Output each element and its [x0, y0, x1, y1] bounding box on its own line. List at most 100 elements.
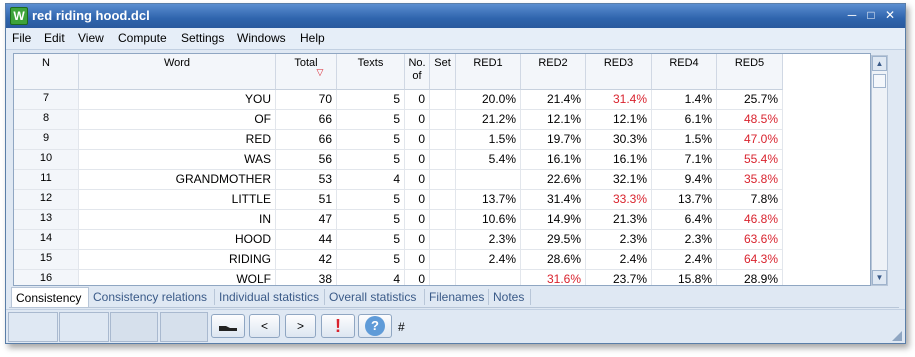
cell-no-of[interactable]: 0 — [405, 150, 430, 170]
help-button[interactable]: ? — [358, 314, 392, 338]
cell-texts[interactable]: 5 — [337, 250, 405, 270]
consistency-table[interactable]: N Word Total ▽ Texts No. of Set RED1 RED2… — [13, 53, 871, 286]
table-row[interactable]: 12 LITTLE 51 5 0 13.7% 31.4% 33.3% 13.7% 7.8% — [14, 190, 786, 210]
header-n[interactable]: N — [14, 54, 79, 90]
cell-word[interactable]: RIDING — [79, 250, 276, 270]
cell-texts[interactable]: 5 — [337, 230, 405, 250]
header-total[interactable]: Total ▽ — [276, 54, 337, 90]
cell-set[interactable] — [430, 170, 456, 190]
shoe-button[interactable] — [211, 314, 245, 338]
cell-total[interactable]: 66 — [276, 130, 337, 150]
cell-red2[interactable]: 14.9% — [521, 210, 586, 230]
cell-red3[interactable]: 23.7% — [586, 270, 652, 285]
cell-total[interactable]: 56 — [276, 150, 337, 170]
header-red1[interactable]: RED1 — [456, 54, 521, 90]
cell-set[interactable] — [430, 250, 456, 270]
cell-n[interactable]: 7 — [14, 90, 79, 110]
table-row[interactable]: 15 RIDING 42 5 0 2.4% 28.6% 2.4% 2.4% 64.3% — [14, 250, 786, 270]
cell-red4[interactable]: 7.1% — [652, 150, 717, 170]
cell-red4[interactable]: 13.7% — [652, 190, 717, 210]
cell-set[interactable] — [430, 230, 456, 250]
cell-red5[interactable]: 7.8% — [717, 190, 783, 210]
cell-red1[interactable]: 10.6% — [456, 210, 521, 230]
cell-red4[interactable]: 6.4% — [652, 210, 717, 230]
cell-red5[interactable]: 55.4% — [717, 150, 783, 170]
close-button[interactable]: ✕ — [882, 8, 898, 23]
header-no-of[interactable]: No. of — [405, 54, 430, 90]
table-row[interactable]: 14 HOOD 44 5 0 2.3% 29.5% 2.3% 2.3% 63.6% — [14, 230, 786, 250]
cell-red3[interactable]: 30.3% — [586, 130, 652, 150]
cell-no-of[interactable]: 0 — [405, 250, 430, 270]
cell-red5[interactable]: 28.9% — [717, 270, 783, 285]
cell-red2[interactable]: 22.6% — [521, 170, 586, 190]
cell-word[interactable]: YOU — [79, 90, 276, 110]
cell-total[interactable]: 70 — [276, 90, 337, 110]
cell-red4[interactable]: 9.4% — [652, 170, 717, 190]
cell-no-of[interactable]: 0 — [405, 170, 430, 190]
cell-red2[interactable]: 16.1% — [521, 150, 586, 170]
cell-word[interactable]: WOLF — [79, 270, 276, 285]
cell-total[interactable]: 53 — [276, 170, 337, 190]
cell-set[interactable] — [430, 130, 456, 150]
cell-red1[interactable]: 2.4% — [456, 250, 521, 270]
header-texts[interactable]: Texts — [337, 54, 405, 90]
cell-no-of[interactable]: 0 — [405, 270, 430, 285]
cell-word[interactable]: OF — [79, 110, 276, 130]
cell-red4[interactable]: 15.8% — [652, 270, 717, 285]
cell-total[interactable]: 47 — [276, 210, 337, 230]
header-red3[interactable]: RED3 — [586, 54, 652, 90]
cell-red3[interactable]: 12.1% — [586, 110, 652, 130]
cell-red1[interactable]: 20.0% — [456, 90, 521, 110]
scroll-down-icon[interactable]: ▼ — [872, 270, 887, 285]
cell-n[interactable]: 11 — [14, 170, 79, 190]
cell-red4[interactable]: 2.4% — [652, 250, 717, 270]
table-row[interactable]: 7 YOU 70 5 0 20.0% 21.4% 31.4% 1.4% 25.7% — [14, 90, 786, 110]
cell-red1[interactable]: 2.3% — [456, 230, 521, 250]
menu-help[interactable]: Help — [300, 31, 325, 45]
cell-red2[interactable]: 21.4% — [521, 90, 586, 110]
cell-n[interactable]: 9 — [14, 130, 79, 150]
maximize-button[interactable]: □ — [863, 8, 879, 23]
cell-no-of[interactable]: 0 — [405, 190, 430, 210]
cell-texts[interactable]: 5 — [337, 110, 405, 130]
minimize-button[interactable]: ─ — [844, 8, 860, 23]
cell-red4[interactable]: 6.1% — [652, 110, 717, 130]
cell-red3[interactable]: 31.4% — [586, 90, 652, 110]
menu-settings[interactable]: Settings — [181, 31, 224, 45]
scroll-up-icon[interactable]: ▲ — [872, 56, 887, 71]
cell-no-of[interactable]: 0 — [405, 90, 430, 110]
table-row[interactable]: 16 WOLF 38 4 0 31.6% 23.7% 15.8% 28.9% — [14, 270, 786, 285]
cell-red3[interactable]: 16.1% — [586, 150, 652, 170]
cell-red3[interactable]: 32.1% — [586, 170, 652, 190]
cell-set[interactable] — [430, 110, 456, 130]
menu-windows[interactable]: Windows — [237, 31, 286, 45]
cell-red1[interactable]: 5.4% — [456, 150, 521, 170]
cell-texts[interactable]: 4 — [337, 170, 405, 190]
cell-red2[interactable]: 31.6% — [521, 270, 586, 285]
cell-n[interactable]: 14 — [14, 230, 79, 250]
cell-red2[interactable]: 12.1% — [521, 110, 586, 130]
cell-n[interactable]: 10 — [14, 150, 79, 170]
menu-view[interactable]: View — [78, 31, 104, 45]
cell-no-of[interactable]: 0 — [405, 230, 430, 250]
cell-total[interactable]: 44 — [276, 230, 337, 250]
cell-total[interactable]: 42 — [276, 250, 337, 270]
cell-red1[interactable] — [456, 170, 521, 190]
tab-consistency[interactable]: Consistency — [11, 287, 89, 307]
cell-red5[interactable]: 47.0% — [717, 130, 783, 150]
cell-n[interactable]: 8 — [14, 110, 79, 130]
table-row[interactable]: 9 RED 66 5 0 1.5% 19.7% 30.3% 1.5% 47.0% — [14, 130, 786, 150]
table-row[interactable]: 8 OF 66 5 0 21.2% 12.1% 12.1% 6.1% 48.5% — [14, 110, 786, 130]
alert-button[interactable]: ! — [321, 314, 355, 338]
cell-red4[interactable]: 1.4% — [652, 90, 717, 110]
cell-total[interactable]: 66 — [276, 110, 337, 130]
cell-no-of[interactable]: 0 — [405, 130, 430, 150]
cell-texts[interactable]: 5 — [337, 150, 405, 170]
cell-texts[interactable]: 4 — [337, 270, 405, 285]
cell-set[interactable] — [430, 270, 456, 285]
menu-edit[interactable]: Edit — [44, 31, 65, 45]
cell-n[interactable]: 15 — [14, 250, 79, 270]
table-row[interactable]: 13 IN 47 5 0 10.6% 14.9% 21.3% 6.4% 46.8% — [14, 210, 786, 230]
cell-n[interactable]: 16 — [14, 270, 79, 285]
cell-red2[interactable]: 31.4% — [521, 190, 586, 210]
